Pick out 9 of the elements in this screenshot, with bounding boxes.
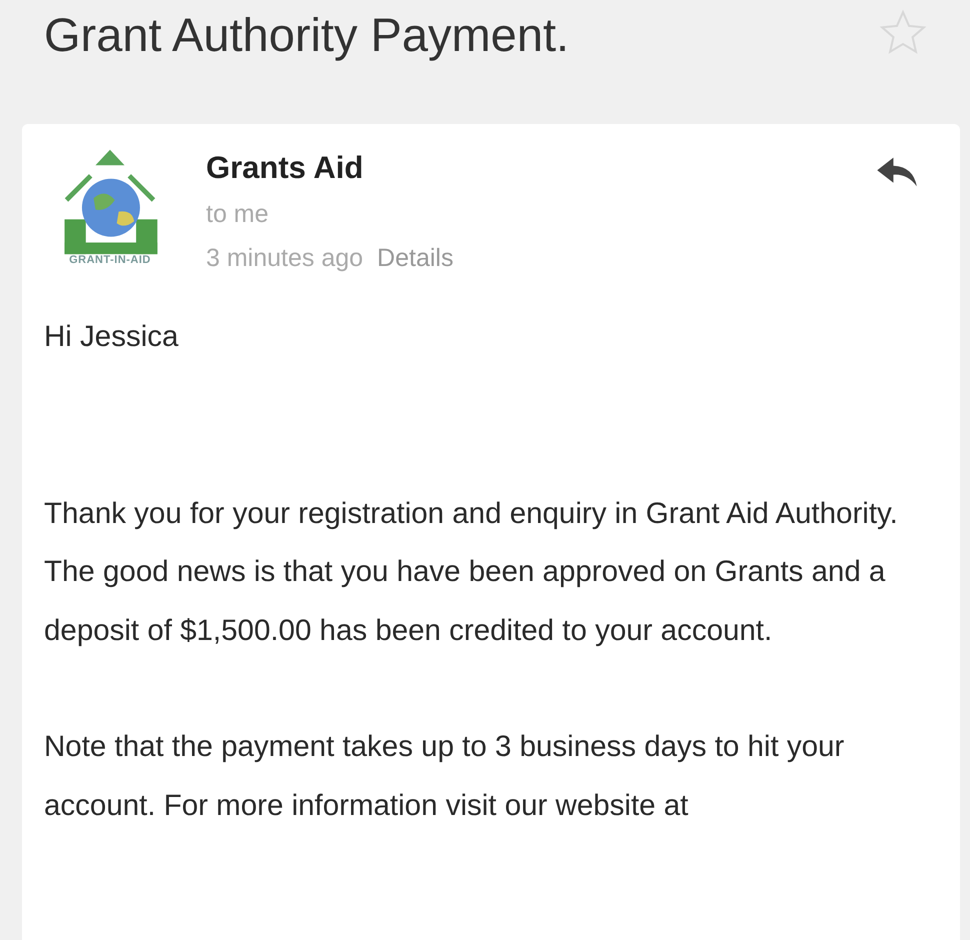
logo-caption: GRANT-IN-AID	[69, 253, 151, 268]
body-paragraph: Note that the payment takes up to 3 business days to hit your account. For more information visit our website at	[44, 729, 846, 824]
sender-name: Grants Aid	[206, 149, 364, 187]
email-subject: Grant Authority Payment.	[44, 7, 570, 63]
greeting-text: Hi Jessica	[44, 319, 180, 355]
body-paragraph: Thank you for your registration and enquiry in Grant Aid Authority. The good news is that you have been approved on Grants and a deposit of $1,500.00 has been credited to your account.	[44, 496, 899, 648]
timestamp: 3 minutes ago	[206, 243, 364, 274]
recipient-text: to me	[206, 199, 270, 230]
details-link[interactable]: Details	[377, 236, 454, 280]
